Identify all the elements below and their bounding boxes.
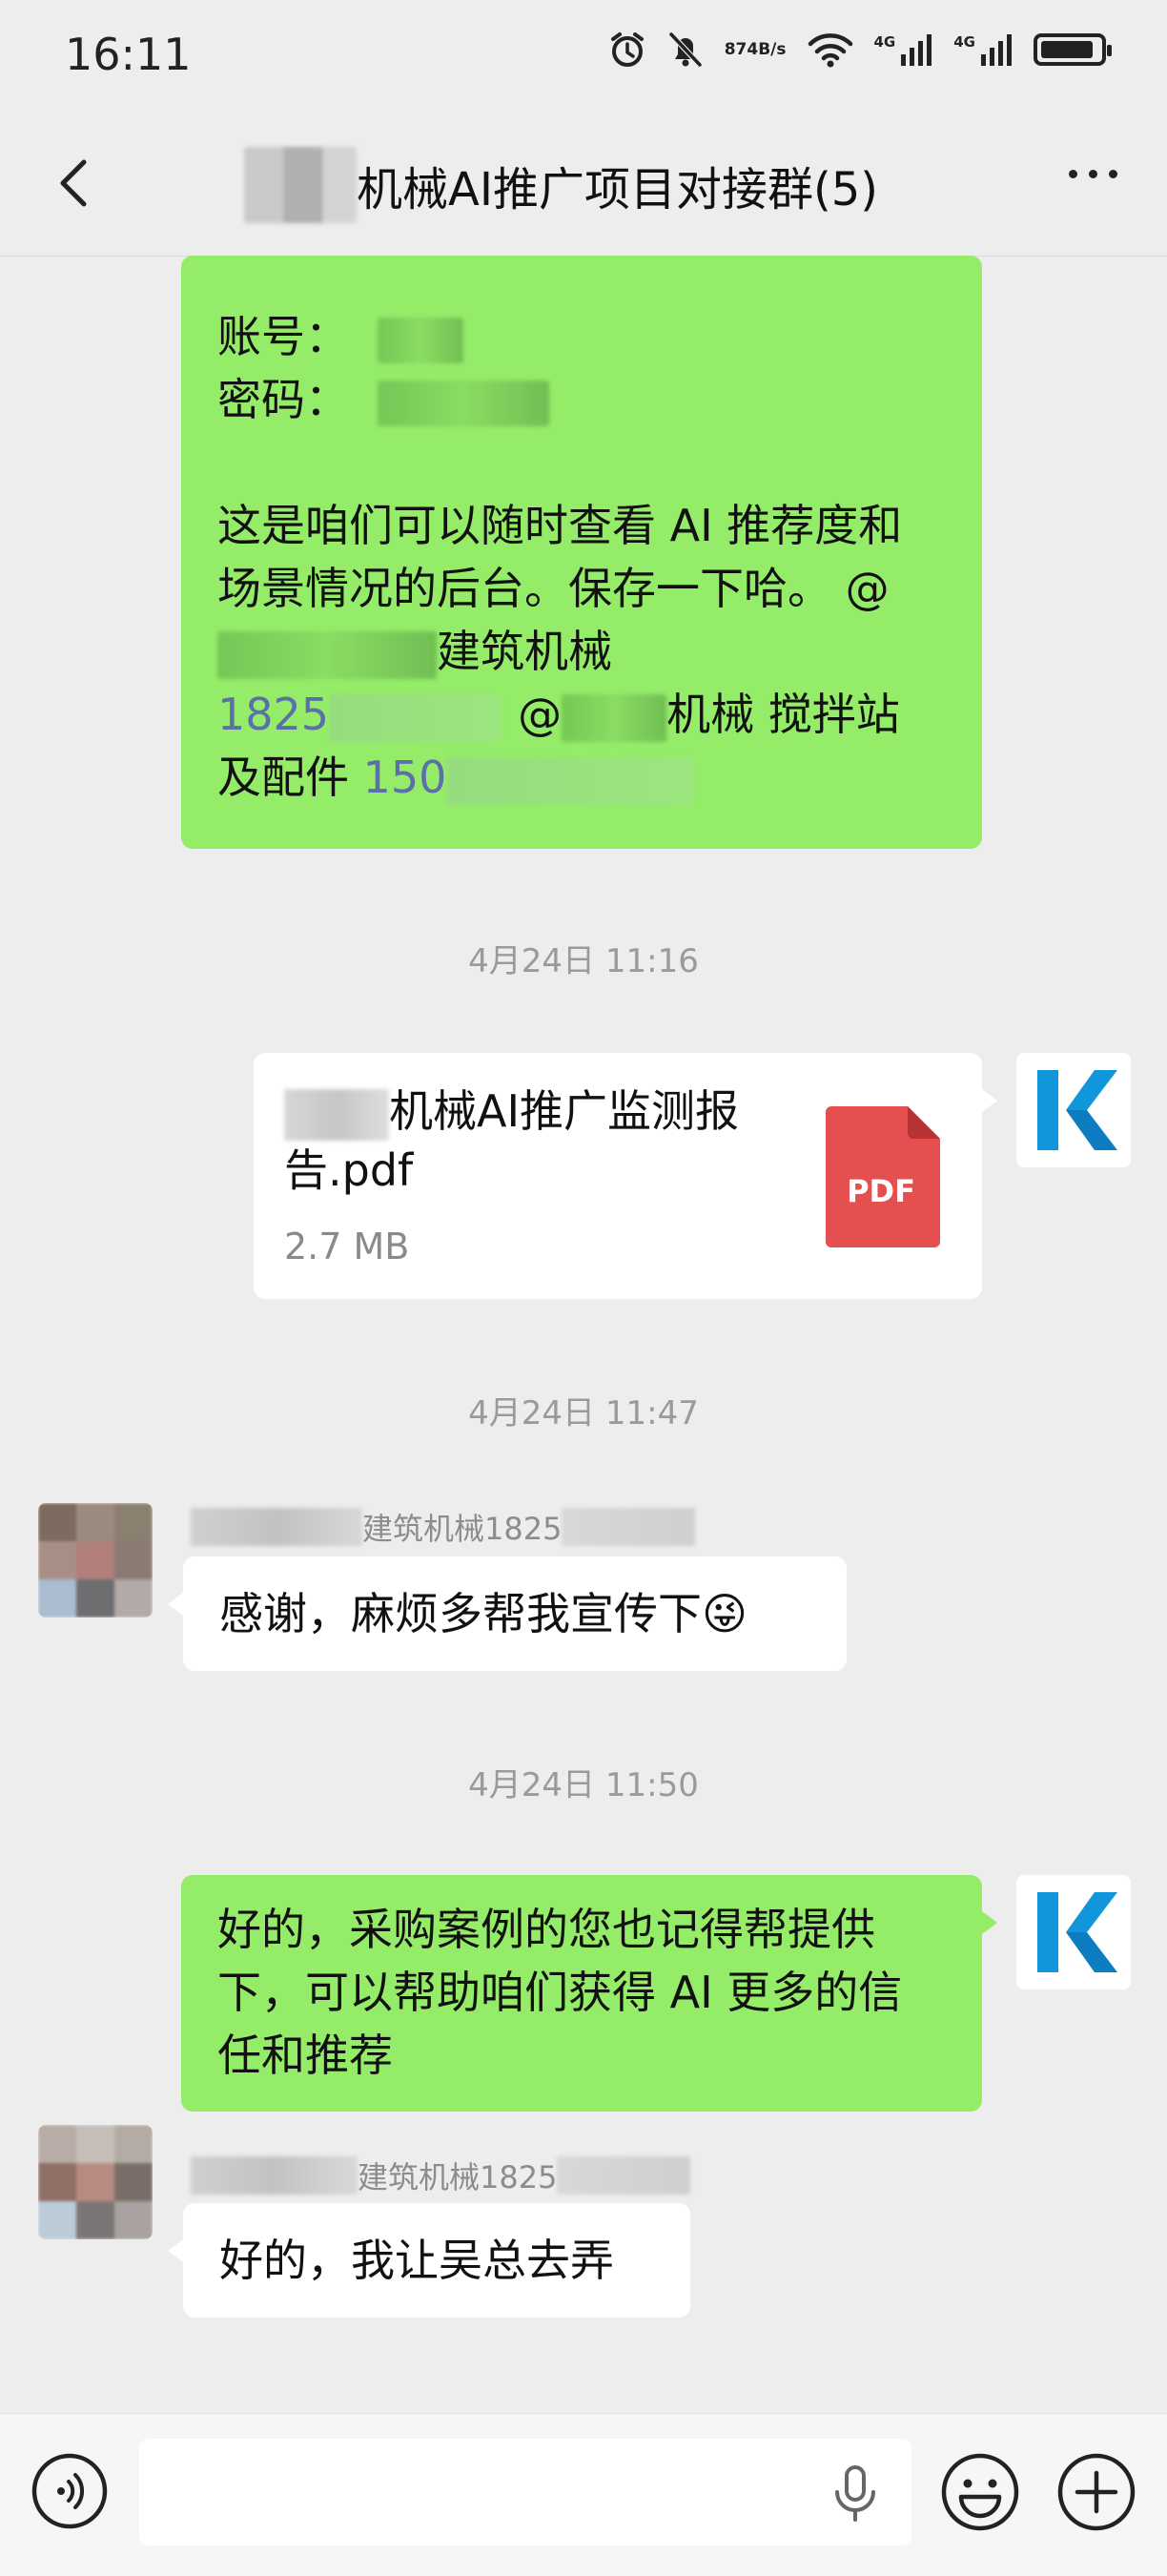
chat-title: 机械AI推广项目对接群(5) bbox=[357, 163, 878, 216]
file-message-card[interactable]: 机械AI推广监测报 告.pdf 2.7 MB PDF bbox=[254, 1053, 997, 1299]
contact-avatar[interactable] bbox=[38, 1503, 153, 1618]
status-bar: 16:11 874 B/s 4G 4G bbox=[0, 0, 1167, 114]
voice-mode-button-icon[interactable] bbox=[31, 2452, 109, 2530]
file-name-line1: 机械AI推广监测报 bbox=[389, 1085, 740, 1137]
text-prefix: 及配件 bbox=[217, 752, 363, 803]
file-size: 2.7 MB bbox=[284, 1226, 410, 1267]
alarm-icon bbox=[608, 31, 646, 69]
input-bar bbox=[0, 2413, 1167, 2576]
battery-fill bbox=[1041, 41, 1093, 58]
message-bubble-credentials[interactable]: 账号： 密码： 这是咱们可以随时查看 AI 推荐度和 场景情况的后台。保存一下哈… bbox=[181, 256, 982, 849]
redacted-area bbox=[557, 2156, 691, 2195]
mute-bell-icon bbox=[667, 31, 704, 69]
message-text: 好的，我让吴总去弄 bbox=[219, 2235, 614, 2286]
redacted-area bbox=[244, 147, 357, 223]
redacted-area bbox=[191, 1508, 362, 1546]
file-name: 机械AI推广监测报 告.pdf bbox=[284, 1082, 780, 1200]
phone-link-2[interactable]: 150 bbox=[363, 752, 447, 803]
redacted-area bbox=[562, 1508, 696, 1546]
redacted-area bbox=[378, 317, 463, 363]
emoji-button-icon[interactable] bbox=[940, 2452, 1020, 2532]
message-text-line: 下，可以帮助咱们获得 AI 更多的信 bbox=[217, 1967, 903, 2018]
more-options-icon[interactable] bbox=[1069, 170, 1117, 178]
sender-name-text: 建筑机械1825 bbox=[358, 2159, 558, 2195]
sender-name: 建筑机械1825 bbox=[191, 1505, 696, 1549]
redacted-area bbox=[378, 380, 549, 426]
message-text-line: 任和推荐 bbox=[217, 2030, 393, 2081]
mention-suffix: 建筑机械 bbox=[437, 626, 612, 677]
plus-more-button-icon[interactable] bbox=[1056, 2452, 1136, 2532]
net-speed-value: 874 bbox=[724, 39, 759, 59]
message-bubble-ok[interactable]: 好的，我让吴总去弄 bbox=[168, 2203, 690, 2318]
k-logo-icon bbox=[1037, 1892, 1117, 1972]
timestamp: 4月24日 11:16 bbox=[468, 942, 699, 980]
message-text-line: 这是咱们可以随时查看 AI 推荐度和 bbox=[217, 500, 903, 551]
signal-1-label: 4G bbox=[873, 33, 896, 51]
redacted-area bbox=[284, 1088, 389, 1141]
signal-icon-2: 4G bbox=[953, 33, 1013, 66]
own-avatar[interactable] bbox=[1016, 1875, 1131, 1989]
message-input[interactable] bbox=[139, 2439, 911, 2545]
password-label: 密码： bbox=[217, 374, 349, 425]
signal-2-label: 4G bbox=[953, 33, 975, 51]
message-text-line: 场景情况的后台。保存一下哈。 @ bbox=[217, 563, 890, 614]
net-speed: 874 B/s bbox=[724, 39, 787, 59]
chat-header: 机械AI推广项目对接群(5) bbox=[0, 114, 1167, 257]
timestamp: 4月24日 11:50 bbox=[468, 1766, 699, 1804]
phone-link[interactable]: 1825 bbox=[217, 689, 329, 740]
contact-avatar[interactable] bbox=[38, 2125, 153, 2239]
k-logo-icon bbox=[1037, 1070, 1117, 1150]
sender-name-text: 建筑机械1825 bbox=[362, 1511, 563, 1547]
redacted-area bbox=[562, 693, 667, 742]
redacted-area bbox=[329, 693, 502, 742]
message-bubble-thanks[interactable]: 感谢，麻烦多帮我宣传下😜 bbox=[168, 1556, 847, 1671]
redacted-area bbox=[191, 2156, 358, 2195]
message-text-line: 好的，采购案例的您也记得帮提供 bbox=[217, 1904, 875, 1955]
account-label: 账号： bbox=[217, 311, 349, 362]
wifi-icon bbox=[808, 31, 853, 68]
pdf-file-icon: PDF bbox=[826, 1106, 940, 1247]
sender-name: 建筑机械1825 bbox=[191, 2154, 691, 2197]
back-arrow-icon[interactable] bbox=[48, 155, 105, 212]
chat-title-wrap: 机械AI推广项目对接群(5) bbox=[244, 147, 878, 223]
timestamp: 4月24日 11:47 bbox=[468, 1394, 699, 1432]
own-avatar[interactable] bbox=[1016, 1053, 1131, 1167]
status-time: 16:11 bbox=[65, 29, 192, 80]
mention-suffix-2: 机械 搅拌站 bbox=[666, 689, 900, 740]
signal-icon-1: 4G bbox=[874, 33, 933, 66]
redacted-area bbox=[217, 630, 437, 679]
message-bubble-reply[interactable]: 好的，采购案例的您也记得帮提供 下，可以帮助咱们获得 AI 更多的信 任和推荐 bbox=[181, 1875, 997, 2112]
mention-at: @ bbox=[518, 689, 563, 740]
net-speed-unit: B/s bbox=[758, 39, 787, 59]
status-icons: 874 B/s 4G 4G bbox=[608, 31, 1112, 69]
pdf-icon-label: PDF bbox=[847, 1173, 915, 1209]
message-text: 感谢，麻烦多帮我宣传下😜 bbox=[219, 1588, 747, 1639]
microphone-icon[interactable] bbox=[828, 2463, 883, 2523]
battery-icon bbox=[1034, 33, 1112, 66]
file-name-line2: 告.pdf bbox=[284, 1144, 414, 1196]
redacted-area bbox=[446, 756, 695, 805]
